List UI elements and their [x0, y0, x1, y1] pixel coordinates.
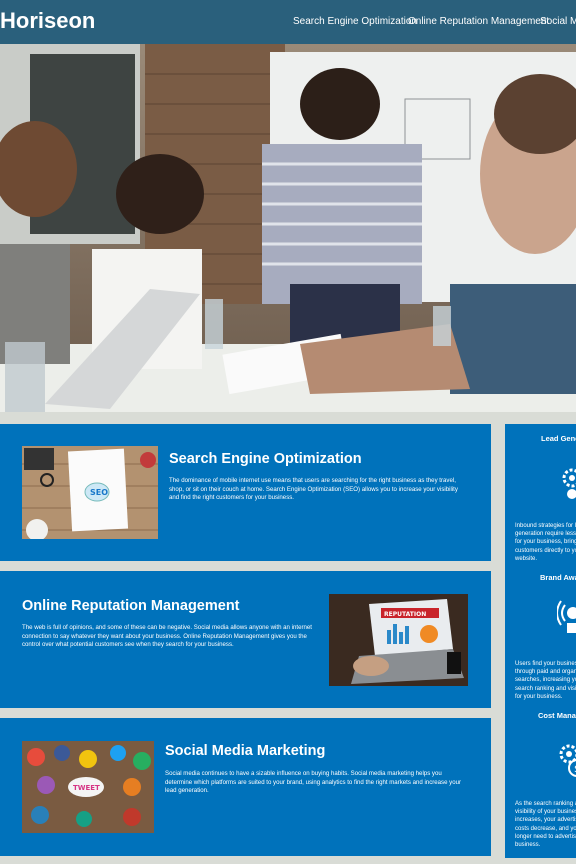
- hero-image: [0, 44, 576, 412]
- social-media-text: Social media continues to have a sizable…: [165, 770, 462, 794]
- benefit-title-cost: Cost Management: [538, 711, 576, 720]
- lead-generation-icon: [562, 468, 576, 499]
- brand-awareness-icon: [557, 600, 576, 633]
- social-media-image: TWEET: [22, 741, 154, 833]
- nav-link-social-media[interactable]: Social Media Marketing: [540, 16, 576, 28]
- cost-management-icon: $: [559, 744, 576, 777]
- reputation-image-label: REPUTATION: [384, 611, 426, 618]
- benefit-title-lead: Lead Generation: [541, 434, 576, 443]
- benefit-text-lead: Inbound strategies for lead generation r…: [515, 523, 576, 562]
- seo-title: Search Engine Optimization: [169, 451, 362, 467]
- reputation-image: REPUTATION: [329, 594, 468, 686]
- seo-text: The dominance of mobile internet use mea…: [169, 477, 458, 501]
- site-logo[interactable]: Horiseon: [0, 8, 95, 34]
- reputation-title: Online Reputation Management: [22, 598, 240, 614]
- social-media-section: TWEET Social Media Marketing Social medi…: [0, 718, 491, 856]
- reputation-section: Online Reputation Management The web is …: [0, 571, 491, 708]
- seo-image: SEO: [22, 446, 158, 539]
- social-media-title: Social Media Marketing: [165, 743, 326, 759]
- benefit-title-brand: Brand Awareness: [540, 573, 576, 582]
- seo-section: SEO Search Engine Optimization The domin…: [0, 424, 491, 561]
- reputation-text: The web is full of opinions, and some of…: [22, 624, 312, 648]
- benefit-text-brand: Users find your business through paid an…: [515, 661, 576, 700]
- nav-link-reputation[interactable]: Online Reputation Management: [408, 16, 549, 28]
- social-image-label: TWEET: [73, 784, 100, 792]
- benefits-sidebar: Lead Generation Inbound strategies for l…: [505, 424, 576, 858]
- site-header: Horiseon Search Engine Optimization Onli…: [0, 0, 576, 44]
- seo-image-label: SEO: [90, 488, 108, 497]
- nav-link-seo[interactable]: Search Engine Optimization: [293, 16, 417, 28]
- benefit-text-cost: As the search ranking and visibility of …: [515, 801, 576, 849]
